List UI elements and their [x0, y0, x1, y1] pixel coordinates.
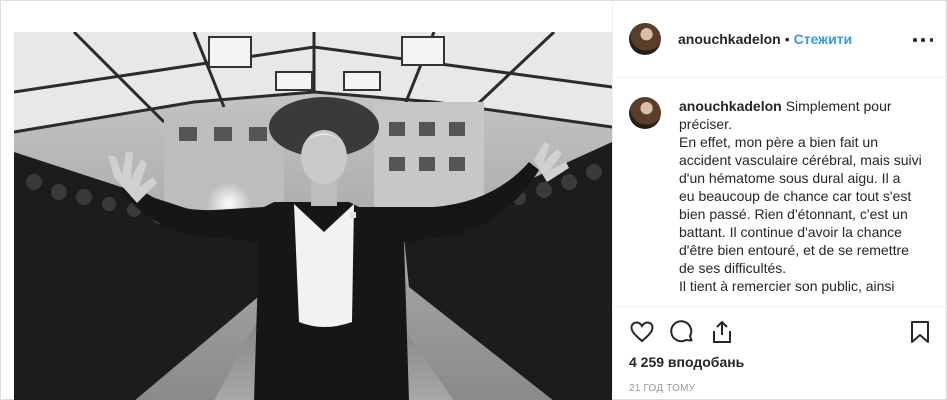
- caption-username-link[interactable]: anouchkadelon: [679, 98, 782, 114]
- more-options-icon[interactable]: [913, 32, 933, 48]
- comment-icon[interactable]: [669, 319, 697, 347]
- instagram-post: anouchkadelon • Стежити anouchkadelon Sim…: [0, 0, 947, 400]
- avatar[interactable]: [629, 23, 661, 55]
- caption-line: battant. Il continue d'avoir la chance: [679, 224, 902, 240]
- post-timestamp[interactable]: 21 год тому: [629, 383, 695, 394]
- post-header: anouchkadelon • Стежити: [613, 1, 947, 78]
- caption-line: bien passé. Rien d'étonnant, c'est un: [679, 206, 908, 222]
- share-icon[interactable]: [709, 319, 737, 347]
- caption-line: de ses difficultés.: [679, 260, 787, 276]
- post-sidebar: anouchkadelon • Стежити anouchkadelon Sim…: [612, 1, 947, 400]
- caption-line: accident vasculaire cérébral, mais suivi: [679, 152, 922, 168]
- caption: anouchkadelon Simplement pour préciser. E…: [629, 97, 929, 295]
- post-photo[interactable]: [14, 32, 612, 400]
- caption-line: d'un hématome sous dural aigu. Il a: [679, 170, 901, 186]
- caption-avatar[interactable]: [629, 97, 661, 129]
- username-link[interactable]: anouchkadelon: [678, 31, 781, 47]
- caption-line: En effet, mon père a bien fait un: [679, 134, 878, 150]
- post-actions: 4 259 вподобань 21 год тому: [613, 306, 947, 400]
- bookmark-icon[interactable]: [907, 319, 935, 347]
- follow-button[interactable]: Стежити: [794, 31, 853, 47]
- action-bar: [629, 319, 935, 347]
- caption-line: Simplement pour: [785, 98, 892, 114]
- caption-line: préciser.: [679, 116, 732, 132]
- caption-line: d'être bien entouré, et de se remettre: [679, 242, 909, 258]
- likes-count[interactable]: 4 259 вподобань: [629, 354, 744, 370]
- caption-text: anouchkadelon Simplement pour préciser. E…: [679, 97, 922, 295]
- caption-line: eu beaucoup de chance car tout s'est: [679, 188, 912, 204]
- separator-dot: •: [784, 31, 790, 47]
- post-photo-image: [14, 32, 612, 400]
- heart-icon[interactable]: [629, 319, 657, 347]
- comments-section: anouchkadelon Simplement pour préciser. E…: [629, 97, 929, 302]
- caption-line: Il tient à remercier son public, ainsi: [679, 278, 895, 294]
